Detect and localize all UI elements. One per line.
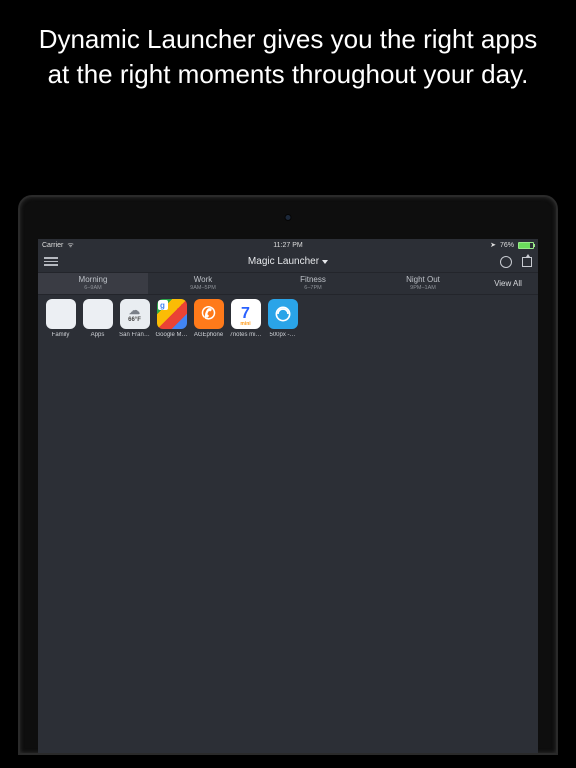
battery-pct: 76% <box>500 242 514 249</box>
share-icon[interactable] <box>522 257 532 267</box>
menu-button[interactable] <box>44 257 58 266</box>
app-500px[interactable]: 500px -… <box>266 299 299 338</box>
temp-label: 66°F <box>128 317 141 324</box>
tab-morning[interactable]: Morning 6–9AM <box>38 273 148 294</box>
app-7notes[interactable]: 7mini 7notes mi… <box>229 299 262 338</box>
nav-title-button[interactable]: Magic Launcher <box>248 256 328 267</box>
view-all-button[interactable]: View All <box>478 273 538 294</box>
tab-sub: 9AM–5PM <box>190 285 216 291</box>
tab-label: Fitness <box>300 276 326 285</box>
app-google-maps[interactable]: g Google M… <box>155 299 188 338</box>
app-label: San Fran… <box>118 332 151 338</box>
headline-text: Dynamic Launcher gives you the right app… <box>0 0 576 92</box>
app-promo-page: Dynamic Launcher gives you the right app… <box>0 0 576 768</box>
wifi-icon: ᯤ <box>67 241 73 250</box>
google-maps-icon: g <box>157 299 187 329</box>
nav-bar: Magic Launcher <box>38 251 538 273</box>
app-label: Google M… <box>155 332 188 338</box>
500px-icon <box>268 299 298 329</box>
tab-night-out[interactable]: Night Out 9PM–1AM <box>368 273 478 294</box>
app-label: Family <box>44 332 77 338</box>
status-bar: Carrier ᯤ 11:27 PM ➤ 76% <box>38 239 538 251</box>
tab-label: Night Out <box>406 276 440 285</box>
app-label: 500px -… <box>266 332 299 338</box>
device-camera-dot <box>285 214 292 221</box>
app-label: Apps <box>81 332 114 338</box>
tab-sub: 6–9AM <box>84 285 101 291</box>
clock-label: 11:27 PM <box>273 242 302 249</box>
folder-icon <box>46 299 76 329</box>
app-row: Family Apps ☁ 66°F San Fran… g <box>38 295 538 338</box>
nav-title-label: Magic Launcher <box>248 256 319 267</box>
device-frame: Carrier ᯤ 11:27 PM ➤ 76% Magic Launcher <box>18 195 558 755</box>
app-folder-family[interactable]: Family <box>44 299 77 338</box>
dropdown-caret-icon <box>322 260 328 264</box>
tab-sub: 9PM–1AM <box>410 285 436 291</box>
cloud-icon: ☁ <box>129 305 140 317</box>
tab-fitness[interactable]: Fitness 6–7PM <box>258 273 368 294</box>
carrier-label: Carrier <box>42 242 63 249</box>
tab-work[interactable]: Work 9AM–5PM <box>148 273 258 294</box>
context-tabs: Morning 6–9AM Work 9AM–5PM Fitness 6–7PM… <box>38 273 538 295</box>
device-screen: Carrier ᯤ 11:27 PM ➤ 76% Magic Launcher <box>38 239 538 753</box>
folder-icon <box>83 299 113 329</box>
7notes-icon: 7mini <box>231 299 261 329</box>
tab-label: Work <box>194 276 213 285</box>
app-folder-apps[interactable]: Apps <box>81 299 114 338</box>
location-icon: ➤ <box>490 241 496 249</box>
app-weather[interactable]: ☁ 66°F San Fran… <box>118 299 151 338</box>
tab-sub: 6–7PM <box>304 285 321 291</box>
app-agephone[interactable]: ✆ AGEphone <box>192 299 225 338</box>
app-label: AGEphone <box>192 332 225 338</box>
face-icon[interactable] <box>500 256 512 268</box>
tab-label: Morning <box>79 276 108 285</box>
app-label: 7notes mi… <box>229 332 262 338</box>
weather-icon: ☁ 66°F <box>120 299 150 329</box>
battery-icon <box>518 242 534 249</box>
agephone-icon: ✆ <box>194 299 224 329</box>
